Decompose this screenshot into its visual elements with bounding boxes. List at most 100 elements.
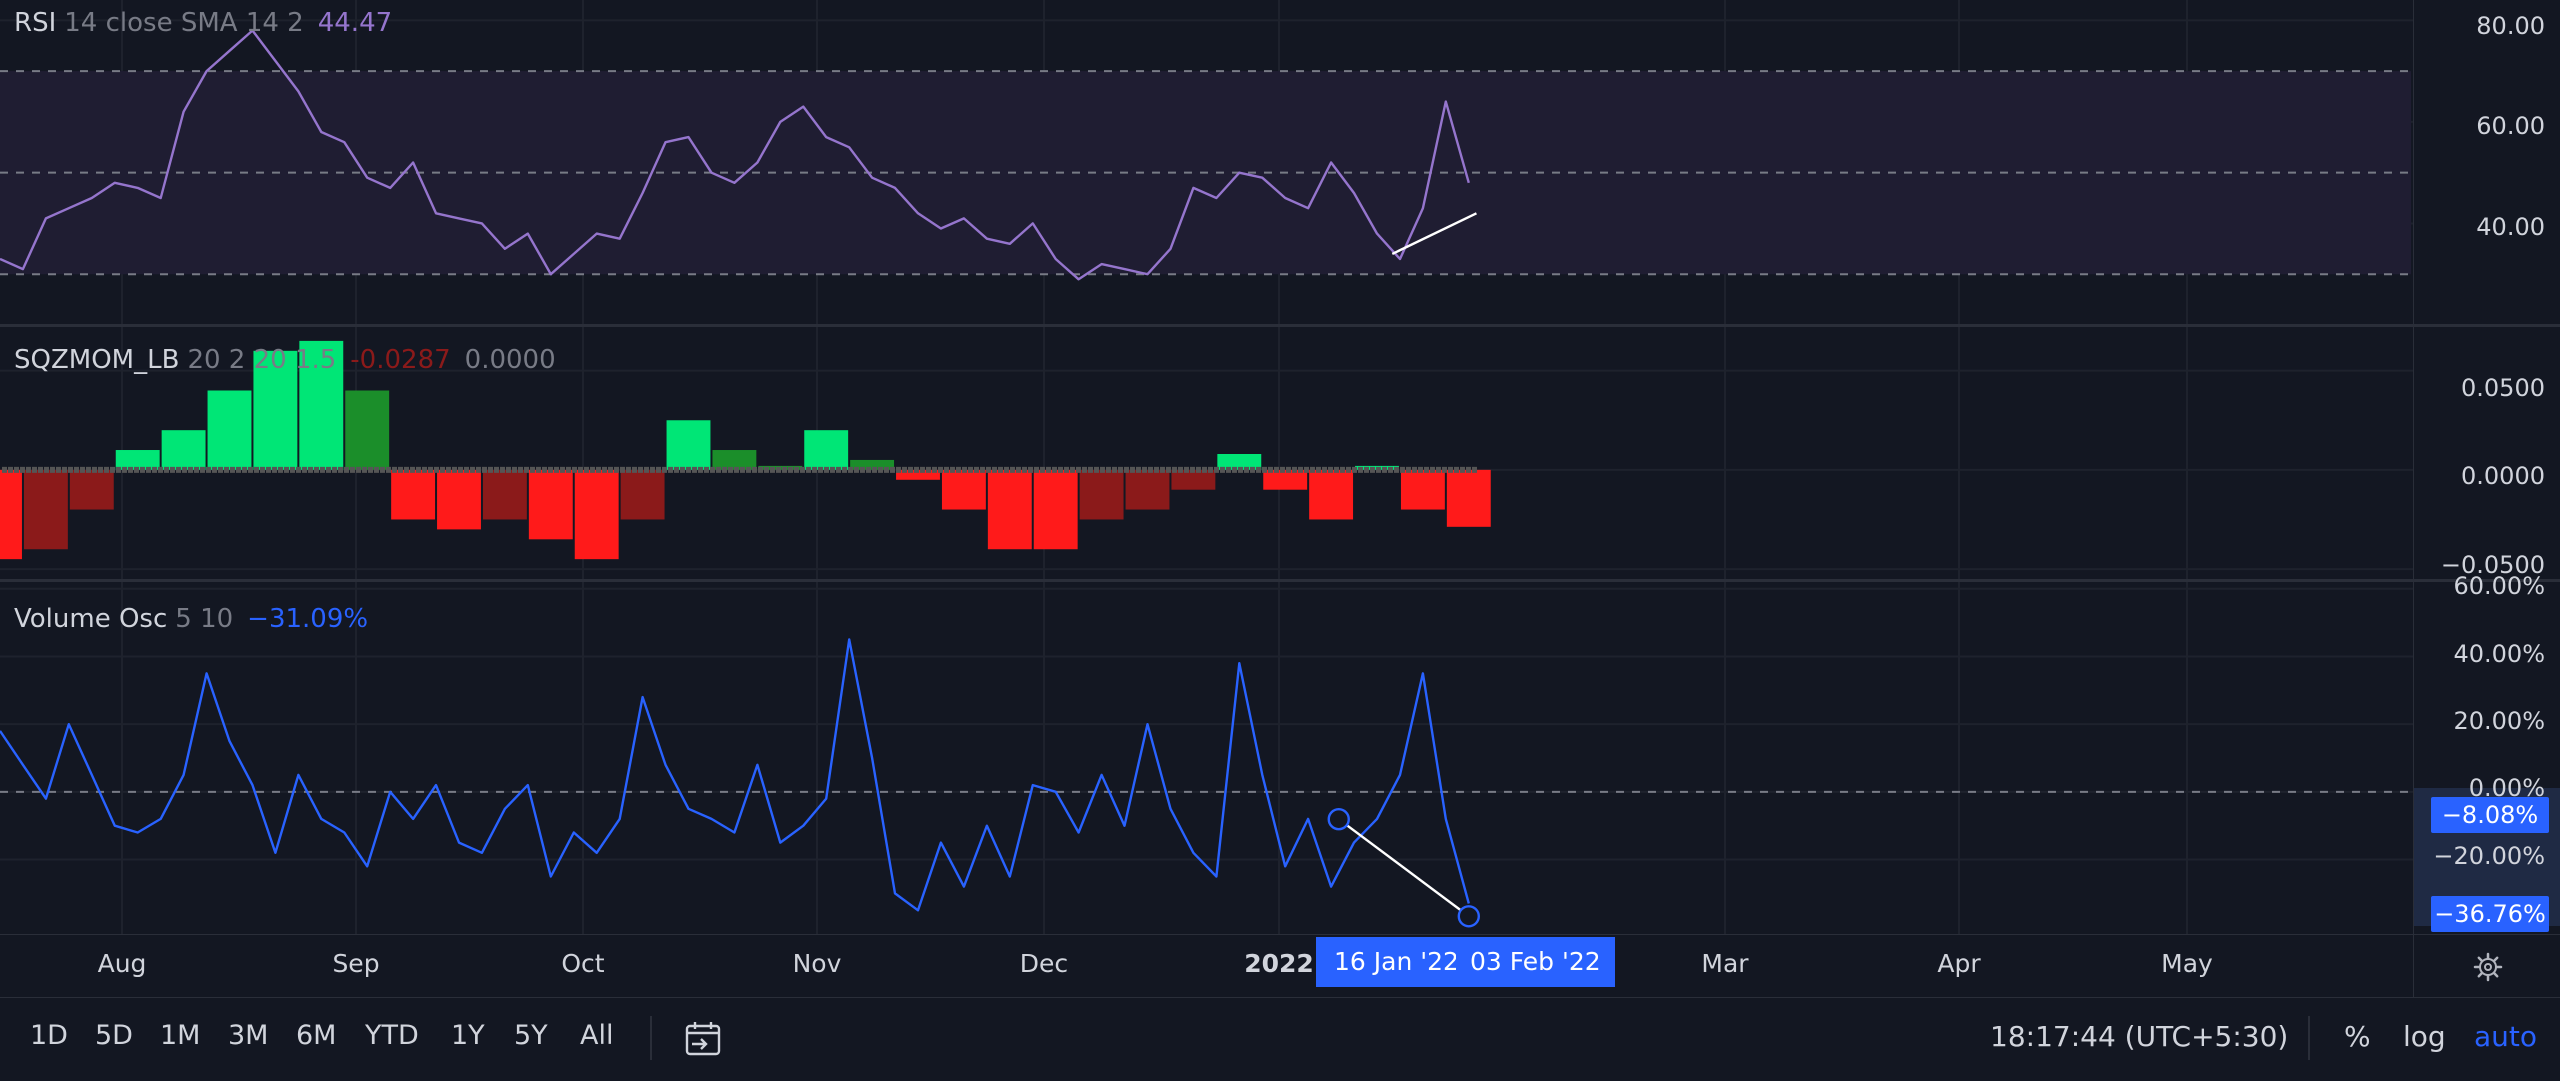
sqz-legend-value2: 0.0000 — [464, 345, 556, 375]
volume-oscillator-pane[interactable]: Volume Osc 5 10 −31.09% 60.00% 40.00% 20.0… — [0, 572, 2560, 934]
squeeze-dot — [1196, 466, 1201, 473]
squeeze-dot — [1430, 466, 1435, 473]
squeeze-dot — [668, 466, 673, 473]
vo-legend-params: 5 10 — [175, 604, 234, 634]
month-label-apr: Apr — [1937, 949, 1981, 978]
sqz-legend-value1: -0.0287 — [350, 345, 451, 375]
squeeze-dot — [938, 466, 943, 473]
rsi-tick-label: 40.00 — [2476, 213, 2545, 241]
range-button-1y[interactable]: 1Y — [451, 1020, 485, 1051]
squeeze-dot — [1346, 466, 1351, 473]
settings-corner[interactable] — [2413, 935, 2560, 997]
squeeze-dot — [1082, 466, 1087, 473]
rsi-price-scale[interactable]: 80.00 60.00 40.00 — [2413, 0, 2560, 325]
squeeze-dot — [350, 466, 355, 473]
vo-tick-label: 60.00% — [2453, 572, 2545, 600]
range-button-all[interactable]: All — [580, 1020, 613, 1051]
percent-scale-toggle[interactable]: % — [2344, 1020, 2371, 1053]
range-button-5y[interactable]: 5Y — [514, 1020, 548, 1051]
squeeze-dot — [122, 466, 127, 473]
range-button-1d[interactable]: 1D — [30, 1020, 68, 1051]
squeeze-dot — [734, 466, 739, 473]
squeeze-momentum-pane[interactable]: SQZMOM_LB 20 2 20 1.5 -0.0287 0.0000 0.0500… — [0, 327, 2560, 579]
squeeze-dot — [1088, 466, 1093, 473]
momentum-bar — [804, 430, 849, 470]
vo-price-scale[interactable]: 60.00% 40.00% 20.00% 0.00% −20.00% −8.08… — [2413, 572, 2560, 934]
squeeze-dot — [806, 466, 811, 473]
squeeze-dot — [1214, 466, 1219, 473]
squeeze-dot — [152, 466, 157, 473]
squeeze-dot — [488, 466, 493, 473]
squeeze-dot — [500, 466, 505, 473]
volume-osc-plot[interactable] — [0, 582, 2413, 934]
squeeze-dot — [1454, 466, 1459, 473]
squeeze-dot — [974, 466, 979, 473]
squeeze-dot — [1304, 466, 1309, 473]
squeeze-dot — [1178, 466, 1183, 473]
squeeze-dot — [74, 466, 79, 473]
squeeze-dot — [1418, 466, 1423, 473]
squeeze-dot — [1394, 466, 1399, 473]
month-label-nov: Nov — [792, 949, 842, 978]
month-label-mar: Mar — [1701, 949, 1749, 978]
auto-scale-toggle[interactable]: auto — [2474, 1020, 2537, 1053]
range-button-5d[interactable]: 5D — [95, 1020, 133, 1051]
gear-icon[interactable] — [2473, 952, 2503, 982]
squeeze-dot — [1058, 466, 1063, 473]
momentum-bar — [1446, 469, 1491, 527]
squeeze-dot — [20, 466, 25, 473]
time-axis[interactable]: Aug Sep Oct Nov Dec 2022 Mar Apr May 16 … — [0, 934, 2560, 998]
rsi-pane[interactable]: RSI 14 close SMA 14 2 44.47 80.00 60.00 40… — [0, 0, 2560, 325]
clock-readout[interactable]: 18:17:44 (UTC+5:30) — [1990, 1020, 2288, 1053]
toolbar-divider — [2308, 1016, 2310, 1060]
squeeze-dot — [1070, 466, 1075, 473]
squeeze-dot — [110, 466, 115, 473]
log-scale-toggle[interactable]: log — [2403, 1020, 2446, 1053]
sqz-legend: SQZMOM_LB 20 2 20 1.5 -0.0287 0.0000 — [14, 345, 556, 375]
squeeze-dot — [1136, 466, 1141, 473]
squeeze-dot — [1016, 466, 1021, 473]
squeeze-dot — [746, 466, 751, 473]
sqz-price-scale[interactable]: 0.0500 0.0000 −0.0500 — [2413, 327, 2560, 579]
squeeze-dot — [860, 466, 865, 473]
calendar-goto-icon[interactable] — [684, 1020, 724, 1058]
squeeze-dot — [1298, 466, 1303, 473]
squeeze-dot — [1184, 466, 1189, 473]
month-label-oct: Oct — [561, 949, 605, 978]
squeeze-dot — [1112, 466, 1117, 473]
squeeze-dot — [1352, 466, 1357, 473]
range-button-ytd[interactable]: YTD — [365, 1020, 419, 1051]
squeeze-dot — [248, 466, 253, 473]
squeeze-dot — [452, 466, 457, 473]
squeeze-dot — [998, 466, 1003, 473]
squeeze-dot — [1028, 466, 1033, 473]
rsi-legend-params: 14 close SMA 14 2 — [64, 8, 304, 38]
squeeze-dot — [1040, 466, 1045, 473]
price-badge-start: −8.08% — [2431, 797, 2549, 833]
range-button-3m[interactable]: 3M — [228, 1020, 268, 1051]
squeeze-dot — [764, 466, 769, 473]
squeeze-dot — [902, 466, 907, 473]
squeeze-dot — [602, 466, 607, 473]
squeeze-dot — [68, 466, 73, 473]
range-button-6m[interactable]: 6M — [296, 1020, 336, 1051]
squeeze-dot — [422, 466, 427, 473]
squeeze-dot — [2, 466, 7, 473]
rsi-plot[interactable] — [0, 0, 2413, 325]
rsi-tick-label: 80.00 — [2476, 12, 2545, 40]
squeeze-dot — [1250, 466, 1255, 473]
squeeze-dot — [728, 466, 733, 473]
squeeze-dot — [698, 466, 703, 473]
squeeze-dot — [1472, 466, 1477, 473]
squeeze-dot — [866, 466, 871, 473]
range-button-1m[interactable]: 1M — [160, 1020, 200, 1051]
vo-tick-label: 40.00% — [2453, 640, 2545, 668]
momentum-bar — [345, 390, 390, 470]
squeeze-dot — [674, 466, 679, 473]
squeeze-dot — [1172, 466, 1177, 473]
squeeze-dot — [1382, 466, 1387, 473]
squeeze-dot — [944, 466, 949, 473]
squeeze-dot — [986, 466, 991, 473]
momentum-bar — [482, 469, 527, 520]
squeeze-dot — [278, 466, 283, 473]
